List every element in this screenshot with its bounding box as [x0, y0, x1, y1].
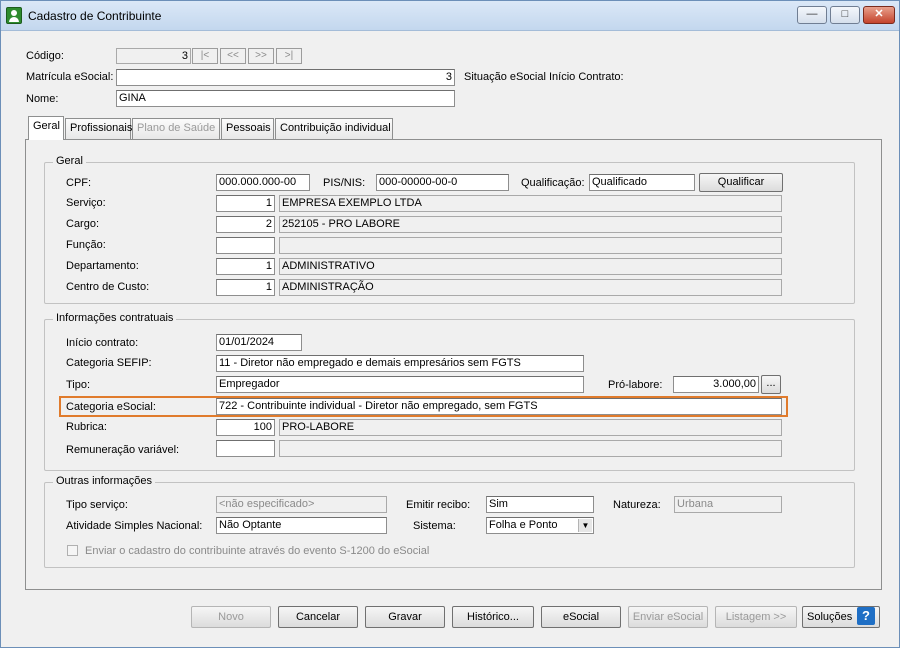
group-geral-label: Geral: [53, 155, 86, 167]
listagem-button: Listagem >>: [715, 606, 797, 628]
natureza-field: Urbana: [674, 496, 782, 513]
remuneracao-code-field[interactable]: [216, 440, 275, 457]
cargo-description: 252105 - PRO LABORE: [279, 216, 782, 233]
funcao-description: [279, 237, 782, 254]
last-record-button[interactable]: >|: [276, 48, 302, 64]
esocial-button[interactable]: eSocial: [541, 606, 621, 628]
minimize-button[interactable]: —: [797, 6, 827, 24]
group-outras-label: Outras informações: [53, 475, 155, 487]
cpf-label: CPF:: [66, 177, 92, 189]
nome-field[interactable]: GINA: [116, 90, 455, 107]
emitir-recibo-label: Emitir recibo:: [406, 499, 471, 511]
emitir-recibo-field[interactable]: Sim: [486, 496, 594, 513]
pro-labore-label: Pró-labore:: [608, 379, 663, 391]
pro-labore-browse-button[interactable]: ...: [761, 375, 781, 394]
previous-record-button[interactable]: <<: [220, 48, 246, 64]
pro-labore-field[interactable]: 3.000,00: [673, 376, 759, 393]
rubrica-code-field[interactable]: 100: [216, 419, 275, 436]
sistema-select[interactable]: Folha e Ponto ▼: [486, 517, 594, 534]
tipo-servico-field: <não especificado>: [216, 496, 387, 513]
tab-geral[interactable]: Geral: [28, 116, 64, 140]
close-button[interactable]: ✕: [863, 6, 895, 24]
nome-label: Nome:: [26, 93, 59, 105]
maximize-button[interactable]: □: [830, 6, 860, 24]
atividade-simples-label: Atividade Simples Nacional:: [66, 520, 203, 532]
first-record-button[interactable]: |<: [192, 48, 218, 64]
categoria-sefip-field[interactable]: 11 - Diretor não empregado e demais empr…: [216, 355, 584, 372]
cpf-field[interactable]: 000.000.000-00: [216, 174, 310, 191]
funcao-code-field[interactable]: [216, 237, 275, 254]
chevron-down-icon[interactable]: ▼: [578, 519, 592, 532]
gravar-button[interactable]: Gravar: [365, 606, 445, 628]
servico-code-field[interactable]: 1: [216, 195, 275, 212]
enviar-s1200-checkbox: [67, 545, 78, 556]
codigo-field[interactable]: 3: [116, 48, 191, 64]
matricula-esocial-field[interactable]: 3: [116, 69, 455, 86]
departamento-code-field[interactable]: 1: [216, 258, 275, 275]
title-bar: Cadastro de Contribuinte — □ ✕: [1, 1, 899, 31]
solucoes-label: Soluções: [807, 611, 853, 623]
departamento-label: Departamento:: [66, 260, 139, 272]
tab-profissionais[interactable]: Profissionais: [65, 118, 132, 139]
pis-label: PIS/NIS:: [323, 177, 366, 189]
window: Cadastro de Contribuinte — □ ✕ Código: 3…: [0, 0, 900, 648]
inicio-contrato-field[interactable]: 01/01/2024: [216, 334, 302, 351]
rubrica-description: PRO-LABORE: [279, 419, 782, 436]
centro-custo-code-field[interactable]: 1: [216, 279, 275, 296]
situacao-esocial-label: Situação eSocial Início Contrato:: [464, 71, 624, 83]
next-record-button[interactable]: >>: [248, 48, 274, 64]
qualificacao-field[interactable]: Qualificado: [589, 174, 695, 191]
novo-button: Novo: [191, 606, 271, 628]
group-contratuais-label: Informações contratuais: [53, 312, 177, 324]
tab-contribuicao-individual[interactable]: Contribuição individual: [275, 118, 393, 139]
historico-button[interactable]: Histórico...: [452, 606, 534, 628]
enviar-esocial-button: Enviar eSocial: [628, 606, 708, 628]
pis-field[interactable]: 000-00000-00-0: [376, 174, 509, 191]
tipo-field[interactable]: Empregador: [216, 376, 584, 393]
tipo-label: Tipo:: [66, 379, 91, 391]
cancelar-button[interactable]: Cancelar: [278, 606, 358, 628]
window-title: Cadastro de Contribuinte: [28, 9, 162, 23]
categoria-esocial-label: Categoria eSocial:: [66, 401, 156, 413]
sistema-selected-value: Folha e Ponto: [489, 519, 558, 531]
natureza-label: Natureza:: [613, 499, 661, 511]
help-icon[interactable]: ?: [857, 607, 875, 625]
remuneracao-variavel-label: Remuneração variável:: [66, 444, 180, 456]
qualificar-button[interactable]: Qualificar: [699, 173, 783, 192]
enviar-s1200-label: Enviar o cadastro do contribuinte atravé…: [85, 545, 430, 557]
departamento-description: ADMINISTRATIVO: [279, 258, 782, 275]
matricula-label: Matrícula eSocial:: [26, 71, 114, 83]
qualificacao-label: Qualificação:: [521, 177, 585, 189]
rubrica-label: Rubrica:: [66, 421, 107, 433]
codigo-label: Código:: [26, 50, 64, 62]
contributor-app-icon: [6, 7, 22, 24]
centro-custo-label: Centro de Custo:: [66, 281, 150, 293]
categoria-esocial-field[interactable]: 722 - Contribuinte individual - Diretor …: [216, 398, 782, 415]
tab-pessoais[interactable]: Pessoais: [221, 118, 274, 139]
atividade-simples-field[interactable]: Não Optante: [216, 517, 387, 534]
inicio-contrato-label: Início contrato:: [66, 337, 139, 349]
cargo-label: Cargo:: [66, 218, 100, 230]
tipo-servico-label: Tipo serviço:: [66, 499, 128, 511]
servico-description: EMPRESA EXEMPLO LTDA: [279, 195, 782, 212]
sistema-label: Sistema:: [413, 520, 456, 532]
remuneracao-description: [279, 440, 782, 457]
funcao-label: Função:: [66, 239, 106, 251]
cargo-code-field[interactable]: 2: [216, 216, 275, 233]
tab-plano-de-saude: Plano de Saúde: [132, 118, 220, 139]
categoria-sefip-label: Categoria SEFIP:: [66, 357, 152, 369]
servico-label: Serviço:: [66, 197, 106, 209]
centro-custo-description: ADMINISTRAÇÃO: [279, 279, 782, 296]
